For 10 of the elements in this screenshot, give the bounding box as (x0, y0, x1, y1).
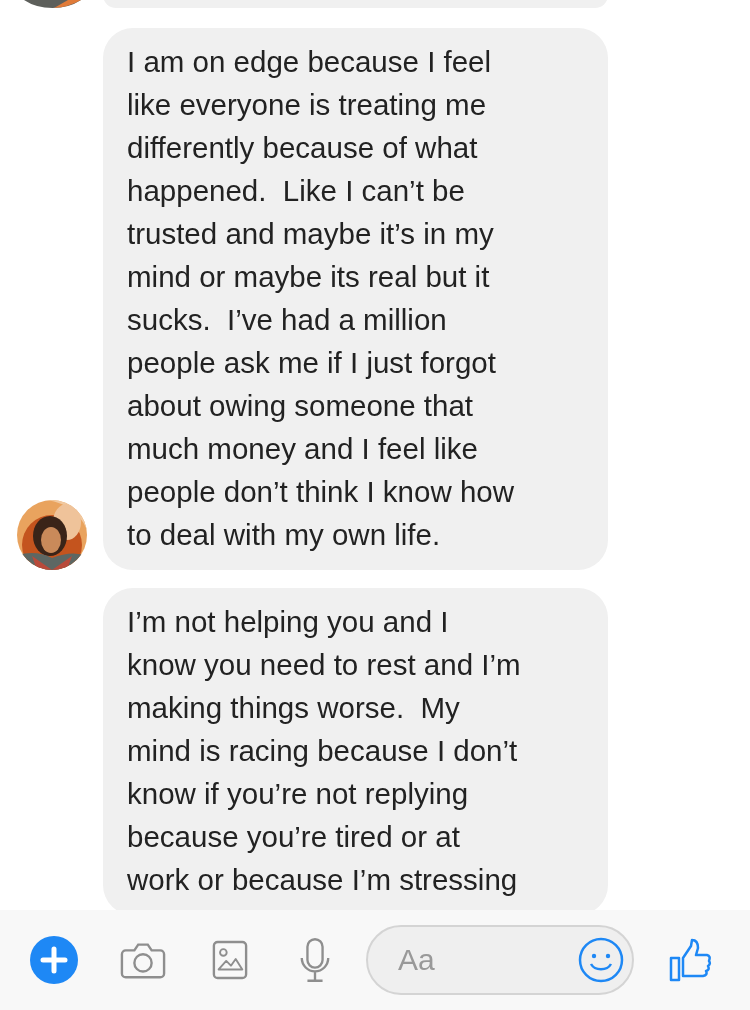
text-input[interactable]: Aa (396, 942, 578, 978)
emoji-icon[interactable] (578, 937, 624, 983)
add-button[interactable] (30, 936, 78, 984)
message-field[interactable]: Aa (366, 925, 634, 995)
image-icon[interactable] (212, 940, 248, 980)
message-text: I am on edge because I feel like everyone is treating me differently because of what happened. Like I can’t be trusted and maybe it’s in my mind or maybe its real but it sucks. I’ve had a million people ask me if I just forgot about owing someone that much money and I feel like people don’t think I know how to deal with my own life. (127, 44, 516, 553)
thumbs-up-icon[interactable] (668, 938, 712, 982)
microphone-icon[interactable] (298, 937, 332, 983)
message-text: I’m not helping you and I know you need to rest and I’m making things worse. My mind is racing because I don’t know if you’re not replying because you’re tired or at work or because I’m stressing (127, 604, 522, 898)
camera-icon[interactable] (120, 940, 166, 980)
